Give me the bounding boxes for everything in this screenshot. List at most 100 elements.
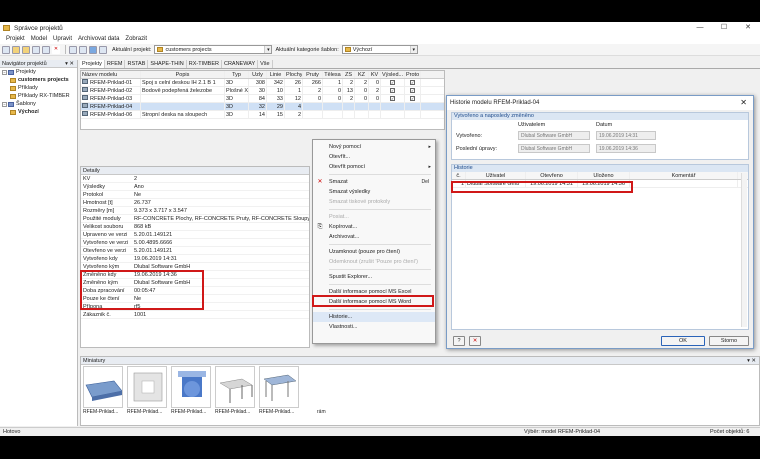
menu-item-dal-informace-pomoc-ms-excel[interactable]: Další informace pomocí MS Excel [313, 287, 435, 297]
cancel-button[interactable]: Storno [709, 336, 749, 346]
table-cell [141, 95, 225, 102]
category-select[interactable]: Výchozí ▾ [341, 45, 418, 54]
menu-item-odemknout-zru-it-pouze-pro-ten[interactable]: Odemknout (zrušit 'Pouze pro čtení') [313, 257, 435, 267]
menu-item-otev-t[interactable]: Otevřít... [313, 152, 435, 162]
menu-item-uzamknout-pouze-pro-ten[interactable]: Uzamknout (pouze pro čtení) [313, 247, 435, 257]
menu-edit[interactable]: Upravit [53, 36, 72, 42]
table-row[interactable]: RFEM-Priklad-04 3D 32 29 4 [81, 103, 444, 111]
column-header[interactable]: Uzly [249, 71, 267, 78]
table-row[interactable]: RFEM-Priklad-06 Stropní deska na sloupech… [81, 111, 444, 119]
view-icon[interactable] [89, 45, 97, 54]
detail-value: 2 [134, 176, 138, 182]
menu-archive[interactable]: Archivovat data [78, 36, 119, 42]
menu-item-posiat[interactable]: Posiat... [313, 212, 435, 222]
open-folder-icon[interactable] [12, 45, 20, 54]
delete-button[interactable]: ✕ [469, 336, 481, 346]
tab-all[interactable]: Vše [258, 60, 273, 68]
menu-item-smazat[interactable]: ✕ Smazat Del [313, 177, 435, 187]
close-button[interactable]: ✕ [736, 22, 760, 34]
delete-icon[interactable]: ✕ [52, 45, 60, 54]
detail-value: 5.20.01.149121 [134, 248, 173, 254]
column-header[interactable]: Typ [225, 71, 249, 78]
menu-item-smazat-tiskov-protokoly[interactable]: Smazat tiskové protokoly [313, 197, 435, 207]
help-button[interactable]: ? [453, 336, 465, 346]
menu-item-vlastnosti[interactable]: Vlastnosti... [313, 322, 435, 332]
detail-key: Výsledky [83, 184, 106, 190]
menu-item-nov-pomoc[interactable]: Nový pomocí ▸ [313, 142, 435, 152]
menu-item-otev-t-pomoc[interactable]: Otevřít pomocí ▸ [313, 162, 435, 172]
pin-icon[interactable]: ▾ ✕ [65, 60, 74, 68]
menu-item-spustit-explorer[interactable]: Spustit Explorer... [313, 272, 435, 282]
thumbnail-image[interactable] [259, 366, 299, 408]
menu-item-smazat-v-sledky[interactable]: Smazat výsledky [313, 187, 435, 197]
dialog-close-button[interactable]: ✕ [740, 96, 747, 110]
folder-icon[interactable] [22, 45, 30, 54]
detail-row: KV 2 [81, 175, 309, 183]
list-icon[interactable] [99, 45, 107, 54]
window-title: Správce projektů [14, 24, 63, 32]
detail-value: 00:05:47 [134, 288, 156, 294]
column-header[interactable]: Název modelu [81, 71, 141, 78]
column-header[interactable]: ZS [343, 71, 355, 78]
table-cell [405, 111, 421, 118]
ok-button[interactable]: OK [661, 336, 705, 346]
tree-item-templates[interactable]: − Šablony [0, 100, 77, 108]
thumbnail-image[interactable] [215, 366, 255, 408]
table-cell [343, 111, 355, 118]
new-icon[interactable] [2, 45, 10, 54]
table-cell: 4 [285, 103, 303, 110]
thumbnail-image[interactable] [127, 366, 167, 408]
column-header[interactable]: Otevřeno [526, 172, 578, 179]
tree-item-customers-projects[interactable]: customers projects [0, 76, 77, 84]
menu-model[interactable]: Model [31, 36, 47, 42]
tab-craneway[interactable]: CRANEWAY [222, 60, 259, 68]
project-select[interactable]: customers projects ▾ [154, 45, 273, 54]
column-header[interactable]: KZ [355, 71, 369, 78]
thumbnail-label: RFEM-Priklad... [83, 409, 119, 415]
vertical-scrollbar[interactable] [741, 173, 747, 327]
menu-item-historie[interactable]: Historie... [313, 312, 435, 322]
paste-icon[interactable] [42, 45, 50, 54]
history-row[interactable]: 1 Dlubal Software Gmb 19.06.2019 14:31 1… [452, 180, 748, 188]
column-header[interactable]: KV [369, 71, 381, 78]
column-header[interactable]: Linie [267, 71, 285, 78]
column-header[interactable]: Výsled... [381, 71, 405, 78]
tree-item-examples-timber[interactable]: Příklady RX-TIMBER [0, 92, 77, 100]
column-header[interactable]: Uloženo [578, 172, 630, 179]
copy-icon[interactable] [32, 45, 40, 54]
collapse-icon[interactable]: − [2, 101, 7, 107]
tree-item-examples[interactable]: Příklady [0, 84, 77, 92]
details-list: KV 2 Výsledky Ano Protokol Ne Hmotnost [t] 26.7… [81, 175, 309, 319]
tree-item-default[interactable]: Výchozí [0, 108, 77, 116]
column-header[interactable]: č. [452, 172, 466, 179]
menu-item-kop-rovat[interactable]: ⎘ Kopírovat... [313, 222, 435, 232]
column-header[interactable]: Uživatel [466, 172, 526, 179]
column-header[interactable]: Popis [141, 71, 225, 78]
column-header[interactable]: Proto [405, 71, 421, 78]
pin-icon[interactable]: ▾ ✕ [747, 357, 756, 365]
tree-item-projects[interactable]: − Projekty [0, 68, 77, 76]
thumbnail-image[interactable] [83, 366, 123, 408]
table-row[interactable]: RFEM-Priklad-02 Bodově podepřená železobe… [81, 87, 444, 95]
tab-rx-timber[interactable]: RX-TIMBER [187, 60, 222, 68]
menu-item-archivovat[interactable]: Archivovat... [313, 232, 435, 242]
minimize-button[interactable]: — [688, 22, 712, 34]
thumbnail-image[interactable] [171, 366, 211, 408]
column-header[interactable]: Tělesa [323, 71, 343, 78]
collapse-icon[interactable]: − [2, 69, 7, 75]
table-row[interactable]: RFEM-Priklad-01 Spoj s celní deskou IH 2.… [81, 79, 444, 87]
menu-view[interactable]: Zobrazit [125, 36, 147, 42]
tab-projects[interactable]: Projekty [80, 60, 105, 68]
tab-rfem[interactable]: RFEM [105, 60, 126, 68]
properties-icon[interactable] [69, 45, 77, 54]
table-row[interactable]: RFEM-Priklad-03 3D 84 33 12 0 0 2 0 0 ✓ ✓ [81, 95, 444, 103]
column-header[interactable]: Plochy [285, 71, 303, 78]
maximize-button[interactable]: ☐ [712, 22, 736, 34]
print-icon[interactable] [79, 45, 87, 54]
tab-shape-thin[interactable]: SHAPE-THIN [148, 60, 187, 68]
tab-rstab[interactable]: RSTAB [125, 60, 149, 68]
menu-project[interactable]: Projekt [6, 36, 25, 42]
column-header[interactable]: Komentář [630, 172, 738, 179]
column-header[interactable]: Pruty [303, 71, 323, 78]
menu-item-dal-informace-pomoc-ms-word[interactable]: Další informace pomocí MS Word [313, 297, 435, 307]
